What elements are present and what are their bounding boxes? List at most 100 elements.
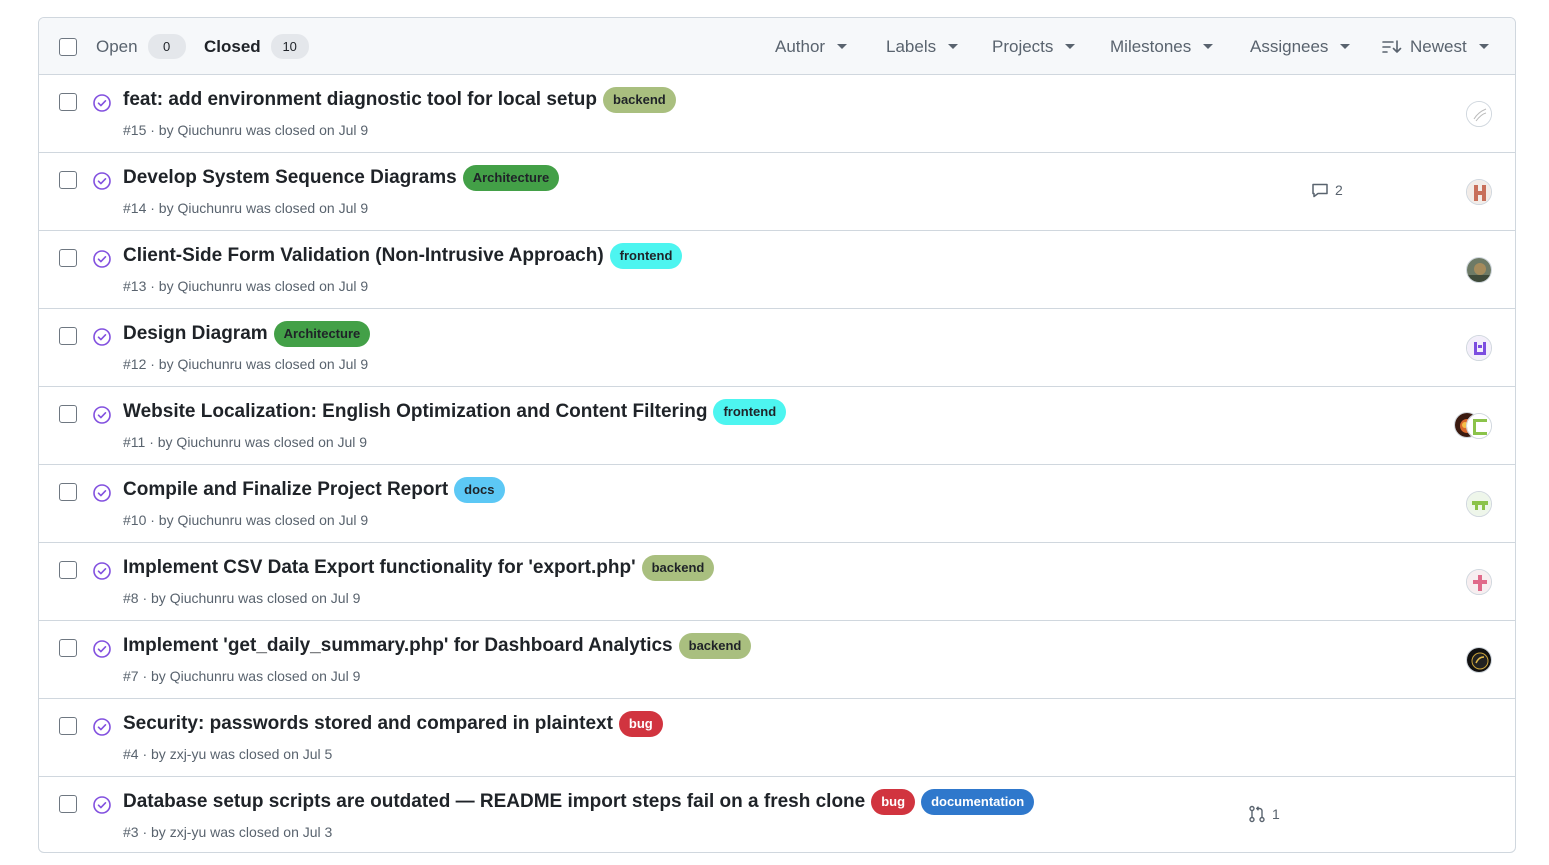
issue-title-link[interactable]: Website Localization: English Optimizati… [123,401,707,423]
issue-label[interactable]: bug [618,711,663,737]
issues-list: feat: add environment diagnostic tool fo… [39,75,1515,852]
issue-checkbox[interactable] [59,561,77,579]
sort-button[interactable]: Newest [1382,18,1489,75]
chevron-down-icon [1340,44,1351,49]
issue-title-line: Client-Side Form Validation (Non-Intrusi… [123,243,683,269]
sort-label: Newest [1410,36,1467,56]
issue-closed-icon [93,796,111,814]
author-filter-button[interactable]: Author [775,18,848,75]
issue-title-link[interactable]: Security: passwords stored and compared … [123,713,613,735]
issue-checkbox[interactable] [59,327,77,345]
assignee-avatar[interactable] [1466,257,1492,283]
assignee-avatar[interactable] [1466,101,1492,127]
assignee-avatar[interactable] [1466,647,1492,673]
milestones-filter-label: Milestones [1110,36,1192,56]
issue-row: Design Diagram Architecture #12 · by Qiuch… [39,309,1515,387]
issue-title-line: Website Localization: English Optimizati… [123,399,787,425]
issue-closed-icon [93,562,111,580]
issue-row: Implement CSV Data Export functionality … [39,543,1515,621]
projects-filter-label: Projects [992,36,1054,56]
issue-title-link[interactable]: Client-Side Form Validation (Non-Intrusi… [123,245,604,267]
sort-desc-icon [1382,39,1402,53]
select-all-checkbox[interactable] [59,38,77,56]
issue-row: feat: add environment diagnostic tool fo… [39,75,1515,153]
issue-title-line: feat: add environment diagnostic tool fo… [123,87,676,113]
issue-closed-icon [93,640,111,658]
issue-title-link[interactable]: Implement 'get_daily_summary.php' for Da… [123,635,673,657]
assignee-avatar[interactable] [1466,569,1492,595]
issue-label[interactable]: Architecture [273,321,371,347]
assignee-avatar[interactable] [1466,335,1492,361]
issue-closed-icon [93,718,111,736]
chevron-down-icon [837,44,848,49]
issue-closed-icon [93,94,111,112]
linked-pr-link[interactable]: 1 [1248,805,1280,823]
issue-meta: #11 · by Qiuchunru was closed on Jul 9 [123,434,368,450]
comment-icon [1312,183,1328,198]
issue-row: Develop System Sequence Diagrams Architec… [39,153,1515,231]
closed-count-badge: 10 [270,34,309,59]
issue-label[interactable]: bug [871,789,916,815]
issue-checkbox[interactable] [59,93,77,111]
issue-label[interactable]: frontend [713,399,787,425]
issue-title-link[interactable]: Compile and Finalize Project Report [123,479,448,501]
issue-title-line: Security: passwords stored and compared … [123,711,663,737]
issue-row: Client-Side Form Validation (Non-Intrusi… [39,231,1515,309]
issue-checkbox[interactable] [59,249,77,267]
comment-count: 2 [1335,182,1343,198]
issue-title-line: Database setup scripts are outdated — RE… [123,789,1035,815]
labels-filter-button[interactable]: Labels [886,18,959,75]
issue-meta: #3 · by zxj-yu was closed on Jul 3 [123,824,333,840]
milestones-filter-button[interactable]: Milestones [1110,18,1214,75]
issue-label[interactable]: backend [603,87,676,113]
closed-issues-tab[interactable]: Closed 10 [204,18,309,75]
assignees-filter-button[interactable]: Assignees [1250,18,1351,75]
issue-label[interactable]: backend [641,555,715,581]
projects-filter-button[interactable]: Projects [992,18,1076,75]
issue-label[interactable]: backend [678,633,752,659]
issue-label[interactable]: frontend [609,243,683,269]
open-count-badge: 0 [147,34,186,59]
assignee-avatar[interactable] [1466,179,1492,205]
issue-label[interactable]: documentation [921,789,1035,815]
issue-title-line: Develop System Sequence Diagrams Architec… [123,165,560,191]
chevron-down-icon [1478,44,1489,49]
labels-filter-label: Labels [886,36,937,56]
open-issues-tab[interactable]: Open 0 [96,18,186,75]
issues-list-header: Open 0 Closed 10 Author Labels Projects … [39,18,1515,75]
issue-checkbox[interactable] [59,639,77,657]
issue-row: Security: passwords stored and compared … [39,699,1515,777]
comments-link[interactable]: 2 [1311,181,1343,199]
issue-label[interactable]: docs [454,477,505,503]
issue-closed-icon [93,484,111,502]
issue-title-link[interactable]: Develop System Sequence Diagrams [123,167,457,189]
closed-label: Closed [204,36,261,56]
issue-closed-icon [93,406,111,424]
issue-meta: #10 · by Qiuchunru was closed on Jul 9 [123,512,369,528]
issue-meta: #14 · by Qiuchunru was closed on Jul 9 [123,200,369,216]
issue-label[interactable]: Architecture [462,165,560,191]
issue-title-link[interactable]: Database setup scripts are outdated — RE… [123,791,865,813]
issue-title-line: Compile and Finalize Project Report docs [123,477,505,503]
assignee-avatar[interactable] [1466,413,1492,439]
chevron-down-icon [948,44,959,49]
issues-list-box: Open 0 Closed 10 Author Labels Projects … [38,17,1516,853]
issue-checkbox[interactable] [59,483,77,501]
issue-title-link[interactable]: Implement CSV Data Export functionality … [123,557,636,579]
issue-row: Implement 'get_daily_summary.php' for Da… [39,621,1515,699]
issue-checkbox[interactable] [59,795,77,813]
issue-meta: #8 · by Qiuchunru was closed on Jul 9 [123,590,361,606]
issue-meta: #7 · by Qiuchunru was closed on Jul 9 [123,668,361,684]
issue-title-line: Design Diagram Architecture [123,321,371,347]
issue-meta: #4 · by zxj-yu was closed on Jul 5 [123,746,333,762]
issue-checkbox[interactable] [59,717,77,735]
issue-checkbox[interactable] [59,405,77,423]
issue-title-link[interactable]: feat: add environment diagnostic tool fo… [123,89,597,111]
issue-closed-icon [93,328,111,346]
issue-title-link[interactable]: Design Diagram [123,323,268,345]
issue-title-line: Implement CSV Data Export functionality … [123,555,715,581]
assignee-avatar[interactable] [1466,491,1492,517]
issue-checkbox[interactable] [59,171,77,189]
chevron-down-icon [1065,44,1076,49]
issue-closed-icon [93,250,111,268]
